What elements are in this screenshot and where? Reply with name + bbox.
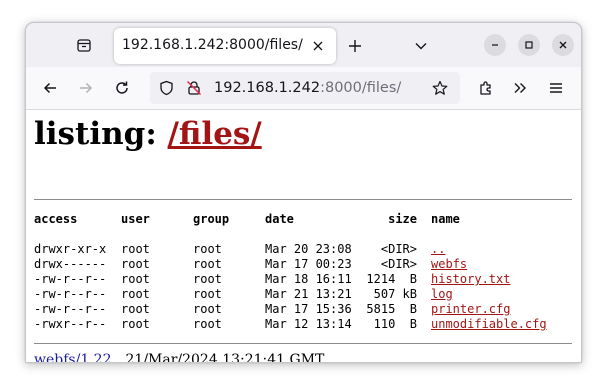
cell-size: 5815 B <box>366 302 417 316</box>
cell-date: Mar 17 15:36 <box>265 302 352 316</box>
minimize-icon[interactable] <box>484 34 506 56</box>
cell-access: -rw-r--r-- <box>34 287 107 301</box>
page-title-path-link[interactable]: /files/ <box>168 116 262 152</box>
page-title: listing: /files/ <box>34 116 262 152</box>
divider-bottom <box>34 343 572 344</box>
plus-icon[interactable] <box>344 35 366 57</box>
browser-window: 192.168.1.242:8000/files/ 192.168.1.242:… <box>25 22 582 363</box>
cell-date: Mar 21 13:21 <box>265 287 352 301</box>
cell-user: root <box>121 257 150 271</box>
url-bar[interactable]: 192.168.1.242:8000/files/ <box>150 72 460 104</box>
table-row: -rw-r--r-- root root Mar 17 15:36 5815 B… <box>26 302 581 317</box>
cell-access: drwx------ <box>34 257 107 271</box>
file-link-log[interactable]: log <box>431 287 453 301</box>
cell-user: root <box>121 287 150 301</box>
cell-date: Mar 12 13:14 <box>265 317 352 331</box>
tab-list-icon[interactable] <box>72 34 96 56</box>
column-header-user: user <box>121 212 150 226</box>
file-link-webfs[interactable]: webfs <box>431 257 467 271</box>
shield-icon[interactable] <box>158 80 174 96</box>
cell-group: root <box>193 302 222 316</box>
bookmark-star-icon[interactable] <box>432 80 448 96</box>
url-host: 192.168.1.242 <box>214 80 321 96</box>
server-timestamp: 21/Mar/2024 13:21:41 GMT <box>125 352 325 363</box>
file-link-parent-dir[interactable]: .. <box>431 242 445 256</box>
cell-access: -rw-r--r-- <box>34 272 107 286</box>
active-tab[interactable]: 192.168.1.242:8000/files/ <box>114 28 336 64</box>
table-row: -rw-r--r-- root root Mar 21 13:21 507 kB… <box>26 287 581 302</box>
cell-size: <DIR> <box>380 242 417 256</box>
cell-user: root <box>121 302 150 316</box>
cell-access: drwxr-xr-x <box>34 242 107 256</box>
page-title-prefix: listing: <box>34 116 168 152</box>
close-icon[interactable] <box>310 38 326 54</box>
cell-user: root <box>121 272 150 286</box>
cell-group: root <box>193 242 222 256</box>
url-path: :8000/files/ <box>320 80 402 96</box>
page-content: listing: /files/ access user group date … <box>26 110 581 362</box>
maximize-icon[interactable] <box>518 34 540 56</box>
table-row: drwxr-xr-x root root Mar 20 23:08 <DIR> … <box>26 242 581 257</box>
cell-group: root <box>193 317 222 331</box>
cell-user: root <box>121 317 150 331</box>
column-header-size: size <box>388 212 417 226</box>
reload-icon[interactable] <box>110 76 134 100</box>
server-version-link[interactable]: webfs/1.22 <box>34 352 112 362</box>
cell-date: Mar 17 00:23 <box>265 257 352 271</box>
tab-bar: 192.168.1.242:8000/files/ <box>26 23 581 67</box>
cell-date: Mar 18 16:11 <box>265 272 352 286</box>
column-header-access: access <box>34 212 78 226</box>
navigation-bar: 192.168.1.242:8000/files/ <box>26 67 581 110</box>
file-link-history[interactable]: history.txt <box>431 272 510 286</box>
divider-top <box>34 199 572 200</box>
column-header-name: name <box>431 212 460 226</box>
file-link-unmodifiable-cfg[interactable]: unmodifiable.cfg <box>431 317 547 331</box>
cell-user: root <box>121 242 150 256</box>
column-header-date: date <box>265 212 294 226</box>
tab-title: 192.168.1.242:8000/files/ <box>122 37 303 53</box>
cell-size: 110 B <box>373 317 417 331</box>
back-arrow-icon[interactable] <box>38 76 62 100</box>
cell-size: 507 kB <box>373 287 417 301</box>
cell-access: -rw-r--r-- <box>34 302 107 316</box>
url-text[interactable]: 192.168.1.242:8000/files/ <box>214 80 401 96</box>
cell-access: -rwxr--r-- <box>34 317 107 331</box>
cell-size: 1214 B <box>366 272 417 286</box>
file-link-printer-cfg[interactable]: printer.cfg <box>431 302 510 316</box>
cell-size: <DIR> <box>380 257 417 271</box>
cell-group: root <box>193 287 222 301</box>
hamburger-menu-icon[interactable] <box>544 76 568 100</box>
table-row: -rwxr--r-- root root Mar 12 13:14 110 B … <box>26 317 581 332</box>
table-row: drwx------ root root Mar 17 00:23 <DIR> … <box>26 257 581 272</box>
server-footer: webfs/1.22 21/Mar/2024 13:21:41 GMT <box>34 352 325 363</box>
insecure-lock-icon[interactable] <box>186 80 202 96</box>
forward-arrow-icon[interactable] <box>74 76 98 100</box>
table-row: -rw-r--r-- root root Mar 18 16:11 1214 B… <box>26 272 581 287</box>
column-header-group: group <box>193 212 230 226</box>
cell-group: root <box>193 257 222 271</box>
window-close-icon[interactable] <box>552 34 574 56</box>
cell-group: root <box>193 272 222 286</box>
cell-date: Mar 20 23:08 <box>265 242 352 256</box>
chevron-down-icon[interactable] <box>410 35 432 57</box>
extensions-icon[interactable] <box>474 76 498 100</box>
overflow-chevrons-icon[interactable] <box>508 76 532 100</box>
